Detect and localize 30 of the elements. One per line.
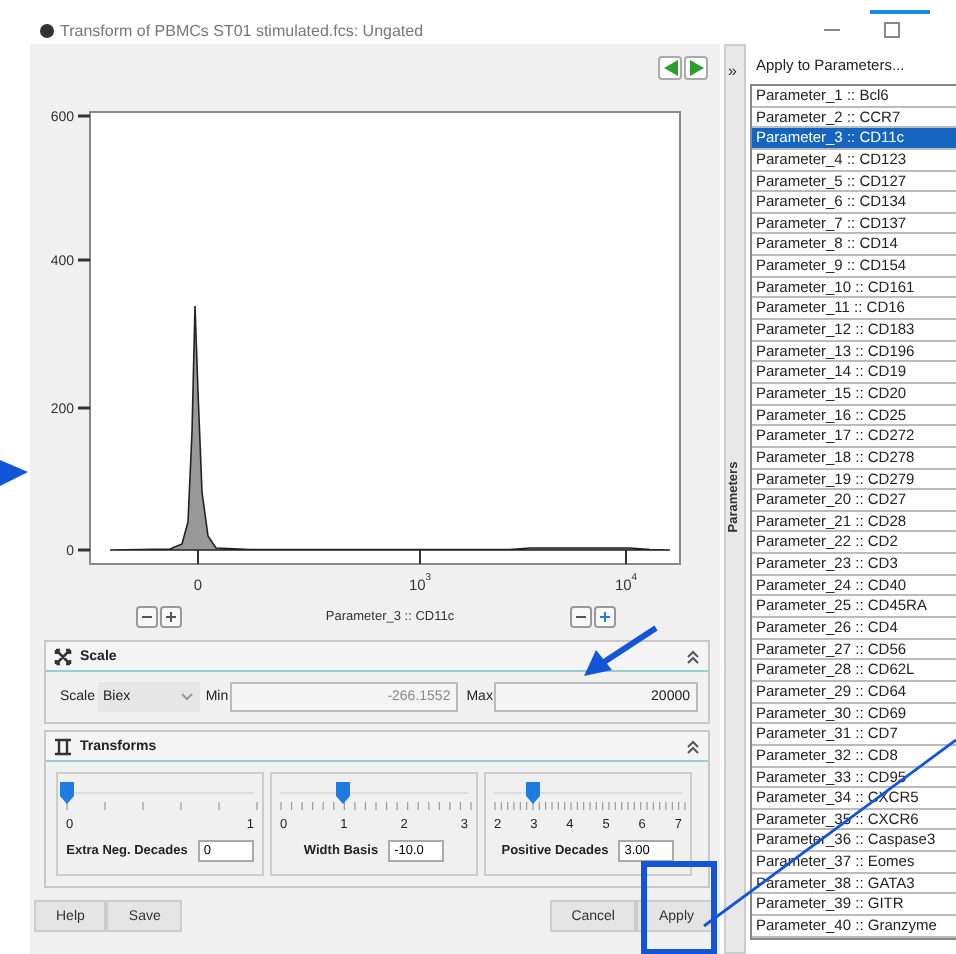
collapse-icon[interactable] [686,739,700,753]
zoom-out-button[interactable] [136,606,158,628]
zoom-in-button[interactable] [160,606,182,628]
next-button[interactable] [684,56,708,80]
left-arrow-icon [663,60,677,76]
previous-button[interactable] [658,56,682,80]
plus-icon [598,610,612,624]
slider[interactable] [280,778,468,812]
annotation-arrow [584,625,658,676]
right-arrow-icon [689,60,703,76]
slider-thumb[interactable] [336,782,351,804]
expand-button[interactable]: » [728,62,737,80]
tab-indicator [870,10,930,14]
scale-icon [54,647,72,665]
slider[interactable] [66,778,254,812]
window-title: Transform of PBMCs ST01 stimulated.fcs: Ungated [60,21,426,39]
annotation-arrow [0,460,28,486]
transforms-icon [54,737,72,755]
slider[interactable] [494,778,682,812]
zoom-out-button[interactable] [570,606,592,628]
minus-icon [574,610,588,624]
slider-thumb[interactable] [525,782,540,804]
plus-icon [164,610,178,624]
maximize-icon[interactable] [884,22,900,38]
collapse-icon[interactable] [686,649,700,663]
slider-thumb[interactable] [60,782,74,804]
minus-icon [140,610,154,624]
zoom-in-button[interactable] [594,606,616,628]
app-icon [40,23,54,37]
chevron-icon [179,692,194,702]
